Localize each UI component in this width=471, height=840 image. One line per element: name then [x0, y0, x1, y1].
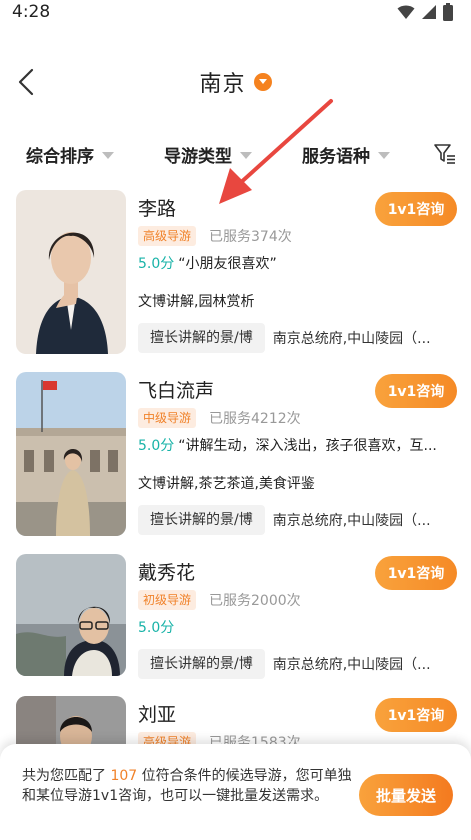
status-time: 4:28: [12, 2, 51, 22]
wifi-icon: [397, 5, 415, 19]
filter-guide-type[interactable]: 导游类型: [164, 142, 252, 167]
bottom-bar: 共为您匹配了 107 位符合条件的候选导游，您可单独和某位导游1v1咨询，也可以…: [0, 744, 471, 840]
filter-sort[interactable]: 综合排序: [26, 142, 114, 167]
guide-rating: 5.0分 “讲解生动，深入浅出，孩子很喜欢，互...: [138, 435, 458, 455]
guide-name: 李路: [138, 198, 177, 220]
rating-score: 5.0分: [138, 620, 175, 636]
sites-text: 南京总统府,中山陵园（...: [272, 331, 431, 347]
guide-skills: 文博讲解,园林赏析: [138, 294, 255, 310]
guide-card[interactable]: 李路 1v1咨询 高级导游 已服务374次 5.0分 “小朋友很喜欢” 文博讲解,…: [0, 190, 471, 360]
sites-text: 南京总统府,中山陵园（...: [272, 513, 431, 529]
guide-photo: [16, 372, 126, 536]
sites-row: 擅长讲解的景/博 南京总统府,中山陵园（...: [138, 323, 445, 353]
guide-rating: 5.0分: [138, 617, 458, 637]
filter-bar: 综合排序 导游类型 服务语种: [0, 140, 471, 170]
page-title: 南京: [199, 72, 246, 97]
guide-name: 刘亚: [138, 704, 177, 726]
dropdown-triangle-icon: [378, 152, 390, 159]
match-count: 107: [110, 768, 138, 784]
served-count: 已服务2000次: [209, 593, 301, 609]
guide-skills: 文博讲解,茶艺茶道,美食评鉴: [138, 476, 315, 492]
consult-button[interactable]: 1v1咨询: [375, 556, 457, 590]
consult-button[interactable]: 1v1咨询: [375, 374, 457, 408]
rating-review: “讲解生动，深入浅出，孩子很喜欢，互...: [178, 438, 437, 454]
battery-icon: [443, 3, 453, 21]
filter-language-label: 服务语种: [302, 147, 370, 167]
consult-button[interactable]: 1v1咨询: [375, 192, 457, 226]
sites-row: 擅长讲解的景/博 南京总统府,中山陵园（...: [138, 505, 445, 535]
rating-review: “小朋友很喜欢”: [178, 256, 277, 272]
filter-sort-label: 综合排序: [26, 147, 94, 167]
guide-rating: 5.0分 “小朋友很喜欢”: [138, 253, 458, 273]
sites-text: 南京总统府,中山陵园（...: [272, 657, 431, 673]
filter-guide-type-label: 导游类型: [164, 147, 232, 167]
filter-funnel-icon[interactable]: [433, 142, 457, 166]
guide-name: 飞白流声: [138, 380, 215, 402]
app-screen: 4:28 南京 综合排序 导游类型 服务语种 李路 1v1咨询 高级导游 已服务…: [0, 0, 471, 840]
sites-row: 擅长讲解的景/博 南京总统府,中山陵园（...: [138, 649, 445, 679]
match-message-prefix: 共为您匹配了: [22, 768, 111, 784]
nav-header: 南京: [0, 56, 471, 108]
dropdown-triangle-icon: [102, 152, 114, 159]
guide-level-badge: 中级导游: [138, 408, 197, 428]
guide-name: 戴秀花: [138, 562, 196, 584]
sites-tag: 擅长讲解的景/博: [138, 323, 265, 353]
batch-send-button[interactable]: 批量发送: [359, 774, 453, 816]
guide-level-badge: 初级导游: [138, 590, 197, 610]
status-icons: [397, 3, 453, 21]
city-selector[interactable]: 南京: [0, 66, 471, 98]
filter-language[interactable]: 服务语种: [302, 142, 390, 167]
guide-photo: [16, 554, 126, 676]
signal-icon: [422, 5, 436, 19]
sites-tag: 擅长讲解的景/博: [138, 505, 265, 535]
guide-level-badge: 高级导游: [138, 226, 197, 246]
dropdown-triangle-icon: [240, 152, 252, 159]
rating-score: 5.0分: [138, 256, 175, 272]
consult-button[interactable]: 1v1咨询: [375, 698, 457, 732]
sites-tag: 擅长讲解的景/博: [138, 649, 265, 679]
rating-score: 5.0分: [138, 438, 175, 454]
match-message: 共为您匹配了 107 位符合条件的候选导游，您可单独和某位导游1v1咨询，也可以…: [22, 766, 352, 806]
guide-photo: [16, 190, 126, 354]
status-bar: 4:28: [0, 0, 471, 26]
chevron-down-icon: [253, 73, 272, 91]
guide-card[interactable]: 飞白流声 1v1咨询 中级导游 已服务4212次 5.0分 “讲解生动，深入浅出，…: [0, 372, 471, 542]
served-count: 已服务374次: [209, 229, 292, 245]
served-count: 已服务4212次: [209, 411, 301, 427]
